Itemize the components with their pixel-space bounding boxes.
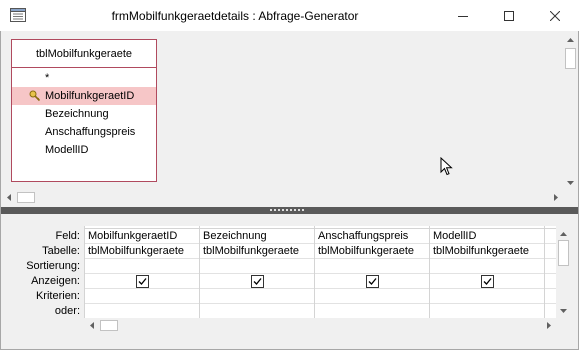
cell-feld[interactable]: MobilfunkgeraetID [88, 229, 177, 244]
close-button[interactable] [532, 0, 578, 31]
show-checkbox[interactable] [251, 275, 264, 288]
grid-column[interactable]: ModellID tblMobilfunkgeraete [430, 226, 545, 318]
scroll-down-arrow-icon[interactable] [563, 175, 578, 190]
query-design-grid[interactable]: MobilfunkgeraetID tblMobilfunkgeraete Be… [84, 226, 556, 318]
show-checkbox[interactable] [136, 275, 149, 288]
checkmark-icon [483, 278, 492, 285]
window-title: frmMobilfunkgeraetdetails : Abfrage-Gene… [111, 9, 359, 23]
mouse-pointer-icon [440, 157, 453, 176]
checkmark-icon [138, 278, 147, 285]
scroll-up-arrow-icon[interactable] [556, 226, 571, 241]
cell-feld[interactable]: ModellID [433, 229, 476, 244]
scroll-left-arrow-icon[interactable] [84, 318, 99, 333]
cell-tabelle[interactable]: tblMobilfunkgeraete [318, 244, 414, 259]
grid-horizontal-scrollbar[interactable] [84, 318, 556, 333]
grid-column-empty[interactable] [545, 226, 556, 318]
grid-column[interactable]: MobilfunkgeraetID tblMobilfunkgeraete [85, 226, 200, 318]
close-icon [550, 10, 560, 21]
field-list-item[interactable]: Bezeichnung [12, 105, 156, 123]
field-list-item[interactable]: Anschaffungspreis [12, 123, 156, 141]
scroll-left-arrow-icon[interactable] [1, 190, 16, 205]
row-label-kriterien: Kriterien: [35, 290, 80, 302]
row-label-feld: Feld: [55, 230, 80, 242]
title-bar[interactable]: frmMobilfunkgeraetdetails : Abfrage-Gene… [0, 0, 579, 31]
minimize-icon [458, 15, 468, 17]
table-field-list[interactable]: tblMobilfunkgeraete * MobilfunkgeraetID … [11, 39, 157, 182]
scrollbar-thumb[interactable] [565, 48, 576, 69]
field-list-item[interactable]: * [12, 69, 156, 87]
show-checkbox[interactable] [481, 275, 494, 288]
row-label-oder: oder: [54, 305, 80, 317]
key-icon [29, 90, 41, 102]
grid-column[interactable]: Anschaffungspreis tblMobilfunkgeraete [315, 226, 430, 318]
scrollbar-thumb[interactable] [558, 240, 569, 266]
scroll-right-arrow-icon[interactable] [541, 318, 556, 333]
splitter-grip-icon[interactable] [270, 208, 306, 213]
maximize-button[interactable] [486, 0, 532, 31]
field-list-item[interactable]: ModellID [12, 141, 156, 159]
cell-tabelle[interactable]: tblMobilfunkgeraete [88, 244, 184, 259]
checkmark-icon [253, 278, 262, 285]
maximize-icon [504, 10, 514, 21]
cell-feld[interactable]: Anschaffungspreis [318, 229, 408, 244]
row-label-tabelle: Tabelle: [42, 245, 80, 257]
upper-horizontal-scrollbar[interactable] [1, 190, 563, 205]
scroll-right-arrow-icon[interactable] [548, 190, 563, 205]
upper-vertical-scrollbar[interactable] [563, 32, 578, 190]
show-checkbox[interactable] [366, 275, 379, 288]
row-label-sortierung: Sortierung: [26, 260, 80, 272]
grid-column[interactable]: Bezeichnung tblMobilfunkgeraete [200, 226, 315, 318]
cell-tabelle[interactable]: tblMobilfunkgeraete [203, 244, 299, 259]
checkmark-icon [368, 278, 377, 285]
grid-vertical-scrollbar[interactable] [556, 226, 571, 318]
field-list-item-primary-key[interactable]: MobilfunkgeraetID [12, 87, 156, 105]
minimize-button[interactable] [440, 0, 486, 31]
scrollbar-thumb[interactable] [17, 192, 35, 203]
table-title[interactable]: tblMobilfunkgeraete [12, 40, 156, 68]
scroll-down-arrow-icon[interactable] [556, 303, 571, 318]
cell-tabelle[interactable]: tblMobilfunkgeraete [433, 244, 529, 259]
row-label-anzeigen: Anzeigen: [31, 275, 80, 287]
cell-feld[interactable]: Bezeichnung [203, 229, 267, 244]
scrollbar-thumb[interactable] [100, 320, 118, 331]
scroll-up-arrow-icon[interactable] [563, 32, 578, 47]
